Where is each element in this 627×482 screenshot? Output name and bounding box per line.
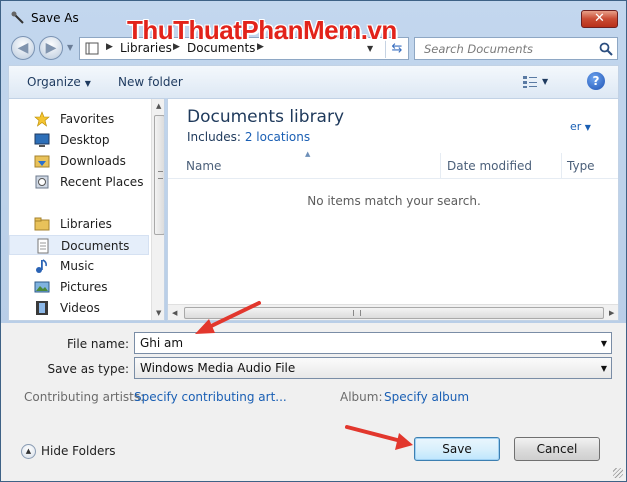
forward-arrow-icon: ▶ <box>45 40 57 56</box>
file-name-value: Ghi am <box>140 336 184 350</box>
scroll-right-icon[interactable]: ▶ <box>609 309 614 317</box>
nav-item-label: Favorites <box>60 112 115 126</box>
nav-item-pictures[interactable]: Pictures <box>9 277 149 297</box>
nav-item-desktop[interactable]: Desktop <box>9 130 149 150</box>
arrange-by-menu[interactable]: er ▼ <box>570 120 591 133</box>
save-as-type-select[interactable]: Windows Media Audio File ▼ <box>134 357 612 379</box>
search-icon[interactable] <box>599 42 613 56</box>
nav-item-label: Libraries <box>60 217 112 231</box>
nav-scroll-thumb[interactable] <box>154 115 164 235</box>
nav-item-label: Music <box>60 259 95 273</box>
scroll-left-icon[interactable]: ◀ <box>172 309 177 317</box>
back-arrow-icon: ◀ <box>17 40 29 56</box>
nav-item-downloads[interactable]: Downloads <box>9 151 149 171</box>
documents-icon <box>37 238 49 254</box>
chevron-down-icon[interactable]: ▼ <box>601 339 607 348</box>
nav-item-label: Recent Places <box>60 175 144 189</box>
nav-item-label: Downloads <box>60 154 126 168</box>
nav-item-videos[interactable]: Videos <box>9 298 149 318</box>
save-as-dialog: Save As ✕ ◀ ▶ ▼ ▶ Libraries ▶ Documents … <box>0 0 627 482</box>
empty-results-message: No items match your search. <box>307 194 481 208</box>
file-list-pane: Documents library Includes: 2 locations … <box>167 98 619 321</box>
help-icon[interactable]: ? <box>587 72 605 90</box>
nav-scrollbar[interactable]: ▲ ▼ <box>151 99 164 320</box>
column-date-modified[interactable]: Date modified <box>447 159 532 173</box>
library-title: Documents library <box>187 107 345 127</box>
annotation-arrow-icon <box>345 425 413 450</box>
hide-folders-label: Hide Folders <box>41 444 116 458</box>
chevron-down-icon: ▼ <box>84 79 91 88</box>
annotation-arrow-icon <box>195 301 261 334</box>
save-as-type-label: Save as type: <box>47 362 129 376</box>
nav-item-label: Pictures <box>60 280 108 294</box>
locations-link[interactable]: 2 locations <box>245 130 310 144</box>
downloads-folder-icon <box>34 155 50 168</box>
resize-grip-icon[interactable] <box>613 468 623 478</box>
search-placeholder: Search Documents <box>424 42 533 56</box>
pictures-icon <box>34 281 50 293</box>
microphone-icon <box>11 11 24 24</box>
library-location-icon <box>85 42 99 55</box>
window-title: Save As <box>31 11 79 25</box>
contributing-artists-field[interactable]: Specify contributing art... <box>134 390 287 404</box>
videos-icon <box>36 301 48 315</box>
collapse-up-icon: ▲ <box>21 444 36 459</box>
save-button[interactable]: Save <box>414 437 500 461</box>
new-folder-button[interactable]: New folder <box>118 75 183 89</box>
change-view-icon[interactable] <box>522 75 538 89</box>
navigation-pane: Favorites Desktop Downloads Recent Place… <box>8 98 165 321</box>
close-icon: ✕ <box>594 11 605 26</box>
album-field[interactable]: Specify album <box>384 390 469 404</box>
nav-item-libraries[interactable]: Libraries <box>9 214 149 234</box>
nav-item-recent-places[interactable]: Recent Places <box>9 172 149 192</box>
nav-item-documents[interactable]: Documents <box>9 235 149 255</box>
recent-places-icon <box>35 175 49 189</box>
sort-indicator-icon: ▲ <box>305 150 311 158</box>
album-label: Album: <box>340 390 383 404</box>
cancel-button[interactable]: Cancel <box>514 437 600 461</box>
views-dropdown-icon[interactable]: ▼ <box>542 77 548 86</box>
breadcrumb-separator-icon[interactable]: ▶ <box>106 42 113 52</box>
nav-item-label: Videos <box>60 301 100 315</box>
desktop-icon <box>34 133 50 147</box>
nav-item-favorites[interactable]: Favorites <box>9 109 149 129</box>
includes-label: Includes: <box>187 130 241 144</box>
contributing-artists-label: Contributing artists: <box>24 390 145 404</box>
nav-item-label: Desktop <box>60 133 110 147</box>
file-name-label: File name: <box>67 337 129 351</box>
scroll-down-icon[interactable]: ▼ <box>156 309 161 317</box>
history-dropdown-icon[interactable]: ▼ <box>67 43 73 52</box>
chevron-down-icon: ▼ <box>600 364 607 373</box>
library-includes: Includes: 2 locations <box>187 130 310 144</box>
close-button[interactable]: ✕ <box>581 10 618 28</box>
forward-button[interactable]: ▶ <box>39 36 63 60</box>
chevron-down-icon: ▼ <box>584 123 591 132</box>
organize-label: Organize <box>27 75 81 89</box>
scroll-up-icon[interactable]: ▲ <box>156 102 161 110</box>
grip-icon <box>158 171 163 179</box>
column-name[interactable]: Name <box>186 159 221 173</box>
column-divider[interactable] <box>440 153 441 179</box>
save-as-type-value: Windows Media Audio File <box>140 361 296 375</box>
column-type[interactable]: Type <box>567 159 595 173</box>
search-box[interactable]: Search Documents <box>414 37 618 60</box>
column-divider[interactable] <box>561 153 562 179</box>
star-icon <box>34 111 50 127</box>
back-button[interactable]: ◀ <box>11 36 35 60</box>
command-toolbar: Organize ▼ New folder ▼ ? <box>8 65 619 98</box>
watermark-logo: ThuThuatPhanMem.vn <box>127 15 397 45</box>
grip-icon <box>353 310 361 316</box>
save-options-panel: File name: Ghi am ▼ Save as type: Window… <box>1 323 626 481</box>
column-header-row: ▲ Name Date modified Type <box>168 150 618 179</box>
libraries-icon <box>34 217 50 231</box>
nav-item-music[interactable]: Music <box>9 256 149 276</box>
music-icon <box>36 259 47 273</box>
arrange-label: er <box>570 120 582 133</box>
nav-item-label: Documents <box>61 239 130 253</box>
organize-menu[interactable]: Organize ▼ <box>27 75 91 89</box>
